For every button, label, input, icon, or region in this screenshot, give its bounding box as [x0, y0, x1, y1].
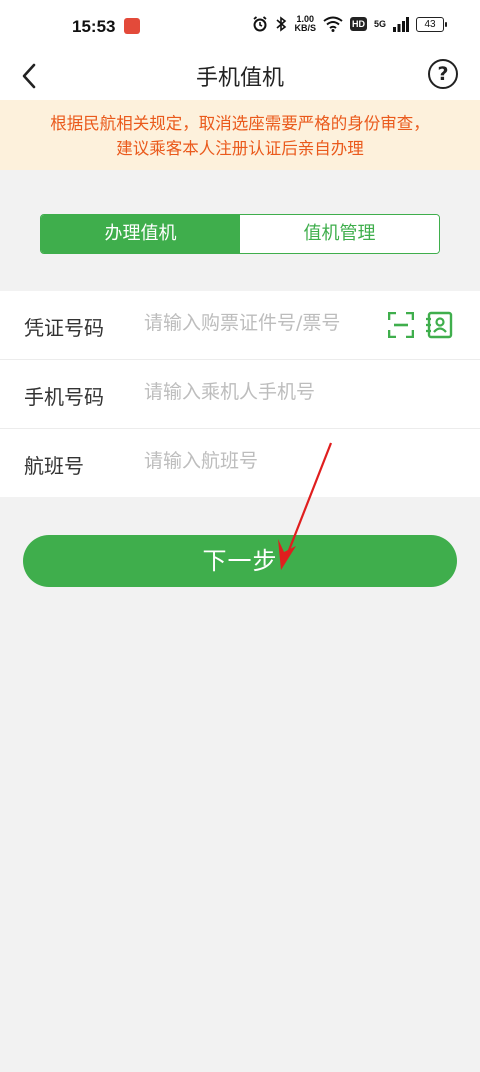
- wifi-icon: [323, 16, 343, 32]
- phone-row: 手机号码: [0, 360, 480, 429]
- credential-input[interactable]: [144, 312, 364, 334]
- status-bar: 15:53 1.00 KB/S HD 5G 43: [0, 0, 480, 52]
- nav-bar: 手机值机 ?: [0, 52, 480, 100]
- alarm-icon: [253, 16, 268, 32]
- status-icons: 1.00 KB/S HD 5G 43: [252, 15, 447, 33]
- phone-input[interactable]: [144, 381, 364, 403]
- battery-icon: 43: [416, 16, 447, 32]
- phone-label: 手机号码: [24, 385, 104, 409]
- flight-label: 航班号: [24, 454, 84, 478]
- page-title: 手机值机: [195, 66, 284, 91]
- next-step-button[interactable]: 下一步: [23, 535, 457, 587]
- checkin-form: 凭证号码 手机号码 航班号: [0, 291, 480, 497]
- bluetooth-icon: [276, 16, 287, 32]
- scan-icon[interactable]: [388, 312, 414, 338]
- network-speed: 1.00 KB/S: [294, 15, 316, 33]
- help-icon[interactable]: ?: [428, 59, 458, 89]
- notice-line-1: 根据民航相关规定，取消选座需要严格的身份审查，: [50, 114, 430, 133]
- network-speed-unit: KB/S: [294, 23, 316, 33]
- network-type-label: 5G: [373, 19, 386, 29]
- status-time: 15:53: [72, 17, 116, 36]
- checkin-tabs: 办理值机 值机管理: [40, 214, 440, 254]
- contact-card-icon[interactable]: [425, 311, 453, 339]
- signal-icon: [393, 16, 409, 32]
- flight-input[interactable]: [144, 450, 364, 472]
- flight-row: 航班号: [0, 429, 480, 497]
- notice-banner: 根据民航相关规定，取消选座需要严格的身份审查， 建议乘客本人注册认证后亲自办理: [0, 100, 480, 170]
- credential-label: 凭证号码: [24, 316, 104, 340]
- app-notification-icon: [124, 18, 140, 34]
- credential-row: 凭证号码: [0, 291, 480, 360]
- tab-checkin[interactable]: 办理值机: [41, 215, 240, 253]
- notice-line-2: 建议乘客本人注册认证后亲自办理: [116, 139, 364, 158]
- tab-checkin-management[interactable]: 值机管理: [240, 215, 439, 253]
- hd-badge: HD: [349, 17, 367, 31]
